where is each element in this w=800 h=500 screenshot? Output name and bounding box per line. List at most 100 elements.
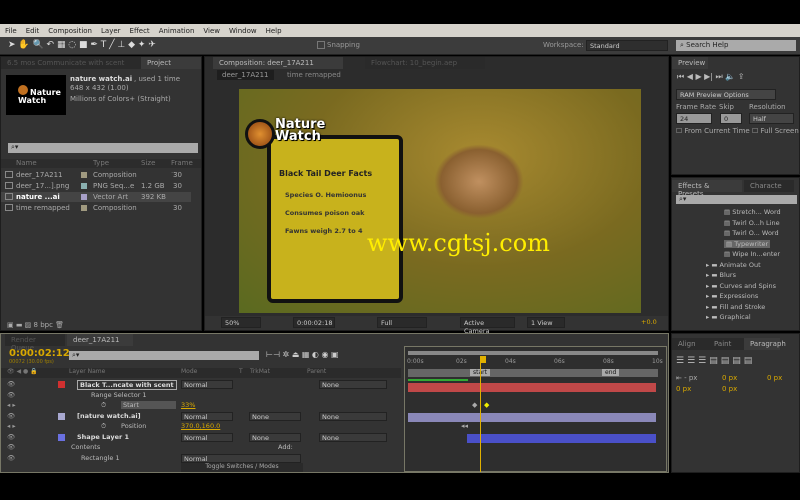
group-name[interactable]: Rectangle 1 xyxy=(81,454,120,462)
mode-select[interactable]: Normal xyxy=(181,411,233,421)
layer-bar-text[interactable] xyxy=(408,383,656,392)
layer-row[interactable]: 👁 Shape Layer 1 Normal None None xyxy=(1,432,401,443)
effects-item[interactable]: ▸ ▬ Expressions xyxy=(706,292,758,300)
workspace-select[interactable]: Standard xyxy=(586,40,668,51)
eye-icon[interactable]: 👁 xyxy=(7,391,15,399)
property-value[interactable]: 370.0,160.0 xyxy=(181,422,220,430)
tab-timeline-comp[interactable]: deer_17A211 xyxy=(67,334,133,346)
parent-select[interactable]: None xyxy=(319,432,387,442)
property-row[interactable]: 👁 Contents Add: xyxy=(1,443,401,453)
viewer-frame[interactable]: Black Tail Deer Facts Species O. Hemioon… xyxy=(239,89,641,313)
alignment-buttons[interactable]: ☰☰☰▤▤▤▤ xyxy=(676,356,755,366)
work-area-bar[interactable] xyxy=(408,351,658,355)
timeline-switch-icons[interactable]: ⊢⊣ ✲ ⏏ ▦ ◐ ◉ ▣ xyxy=(266,350,339,359)
label-swatch[interactable] xyxy=(81,194,87,200)
frame-rate-input[interactable]: 24 xyxy=(676,113,712,124)
menu-help[interactable]: Help xyxy=(266,27,282,35)
property-value[interactable]: 33% xyxy=(181,401,195,409)
playback-controls[interactable]: ⏮ ◀ ▶ ▶| ⏭ 🔈 ⇪ xyxy=(677,72,744,82)
label-color[interactable] xyxy=(58,381,65,388)
label-color[interactable] xyxy=(58,433,65,441)
eye-icon[interactable]: 👁 xyxy=(7,380,15,388)
keyframe-icon[interactable]: ◂◂ xyxy=(461,422,468,430)
col-size[interactable]: Size xyxy=(141,159,155,167)
timeline-search-input[interactable]: ⌕▾ xyxy=(69,351,259,360)
first-line-indent[interactable]: 0 px xyxy=(676,385,691,393)
effects-item[interactable]: ▤ Twirl O...h Line xyxy=(724,219,780,227)
trkmat-select[interactable]: None xyxy=(249,432,301,442)
layer-name[interactable]: Black T...ncate with scent xyxy=(77,380,177,390)
project-item[interactable]: deer_17...].png PNG Seq...e 1.2 GB 30 xyxy=(1,181,191,191)
current-time[interactable]: 0:00:02:12 xyxy=(9,348,70,359)
full-screen-checkbox[interactable]: ☐ Full Screen xyxy=(752,127,799,135)
stopwatch-icon[interactable]: ⏱ xyxy=(101,401,106,410)
tab-render-queue[interactable]: Render Queue xyxy=(5,334,65,352)
zoom-select[interactable]: 50% xyxy=(221,317,261,328)
menu-composition[interactable]: Composition xyxy=(48,27,92,35)
tab-paint[interactable]: Paint xyxy=(708,338,744,350)
group-name[interactable]: Range Selector 1 xyxy=(91,391,147,399)
keyframe-icon[interactable]: ◆ xyxy=(484,401,489,409)
tab-project[interactable]: Project xyxy=(141,57,201,69)
label-swatch[interactable] xyxy=(81,172,87,178)
stopwatch-icon[interactable]: ⏱ xyxy=(101,422,106,431)
label-swatch[interactable] xyxy=(81,205,87,211)
indent-left[interactable]: ⇤ - px xyxy=(676,374,697,382)
property-row[interactable]: 👁 Range Selector 1 xyxy=(1,391,401,401)
effects-item[interactable]: ▤ Wipe In...enter xyxy=(724,250,780,258)
effects-item[interactable]: ▸ ▬ Blurs xyxy=(706,271,736,279)
ram-preview-select[interactable]: RAM Preview Options xyxy=(676,89,776,100)
add-button[interactable]: Add: xyxy=(278,443,293,451)
mode-select[interactable]: Normal xyxy=(181,432,233,442)
resolution-select[interactable]: Half xyxy=(749,113,794,124)
parent-select[interactable]: None xyxy=(319,380,387,389)
resolution-select[interactable]: Full xyxy=(377,317,427,328)
col-name[interactable]: Name xyxy=(16,159,37,167)
indent-right[interactable]: 0 px xyxy=(767,374,782,382)
current-time-indicator[interactable] xyxy=(480,357,481,472)
tab-character[interactable]: Characte xyxy=(744,180,794,192)
mode-select[interactable]: Normal xyxy=(181,380,233,389)
toggle-switches-button[interactable]: Toggle Switches / Modes xyxy=(181,463,303,472)
menu-file[interactable]: File xyxy=(5,27,17,35)
property-row[interactable]: ◂ ▸ ⏱ Position 370.0,160.0 xyxy=(1,422,401,432)
search-help-input[interactable]: ⌕ Search Help xyxy=(676,40,796,51)
layer-row[interactable]: 👁 Black T...ncate with scent Normal None xyxy=(1,380,401,390)
eye-icon[interactable]: 👁 xyxy=(7,454,15,462)
tab-composition[interactable]: Composition: deer_17A211 xyxy=(213,57,343,69)
col-type[interactable]: Type xyxy=(93,159,109,167)
parent-select[interactable]: None xyxy=(319,411,387,421)
breadcrumb-comp[interactable]: deer_17A211 xyxy=(217,70,274,80)
menu-animation[interactable]: Animation xyxy=(159,27,195,35)
mode-select[interactable]: Normal xyxy=(181,453,301,463)
project-search-input[interactable]: ⌕▾ xyxy=(8,143,198,153)
menu-view[interactable]: View xyxy=(203,27,220,35)
tab-effects[interactable]: Effects & Presets xyxy=(672,180,742,198)
eye-icon[interactable]: ◂ ▸ xyxy=(7,401,16,409)
marker-end[interactable]: end xyxy=(602,369,620,376)
effects-item[interactable]: ▤ Typewriter xyxy=(724,239,771,248)
col-parent[interactable]: Parent xyxy=(307,368,326,375)
layer-row[interactable]: 👁 [nature watch.ai] Normal None None xyxy=(1,411,401,422)
bpc-label[interactable]: 8 bpc xyxy=(34,321,53,329)
exposure-value[interactable]: +0.0 xyxy=(641,318,657,326)
tab-paragraph[interactable]: Paragraph xyxy=(744,338,786,350)
menu-effect[interactable]: Effect xyxy=(130,27,150,35)
group-name[interactable]: Contents xyxy=(71,443,100,451)
project-item[interactable]: nature ...ai Vector Art 392 KB xyxy=(1,192,191,202)
tool-icons[interactable]: ➤ ✋ 🔍 ↶ ▦ ◌ ■ ✒ T ╱ ⊥ ◆ ✦ ✈ xyxy=(8,40,156,50)
effects-item[interactable]: ▤ Stretch... Word xyxy=(724,208,781,216)
snapping-checkbox[interactable] xyxy=(317,41,325,49)
tab-preview[interactable]: Preview xyxy=(672,57,708,69)
col-layer-name[interactable]: Layer Name xyxy=(69,368,105,375)
effects-item[interactable]: ▸ ▬ Animate Out xyxy=(706,261,761,269)
camera-select[interactable]: Active Camera xyxy=(460,317,515,335)
label-swatch[interactable] xyxy=(81,183,87,189)
col-mode[interactable]: Mode xyxy=(181,368,197,375)
eye-icon[interactable]: 👁 xyxy=(7,412,15,420)
menu-layer[interactable]: Layer xyxy=(101,27,121,35)
tab-flowchart[interactable]: Flowchart: 10_begin.aep xyxy=(365,57,485,69)
trkmat-select[interactable]: None xyxy=(249,411,301,421)
tab-side[interactable]: 6.5 mos Communicate with scent xyxy=(1,57,141,69)
layer-name[interactable]: [nature watch.ai] xyxy=(77,412,141,420)
